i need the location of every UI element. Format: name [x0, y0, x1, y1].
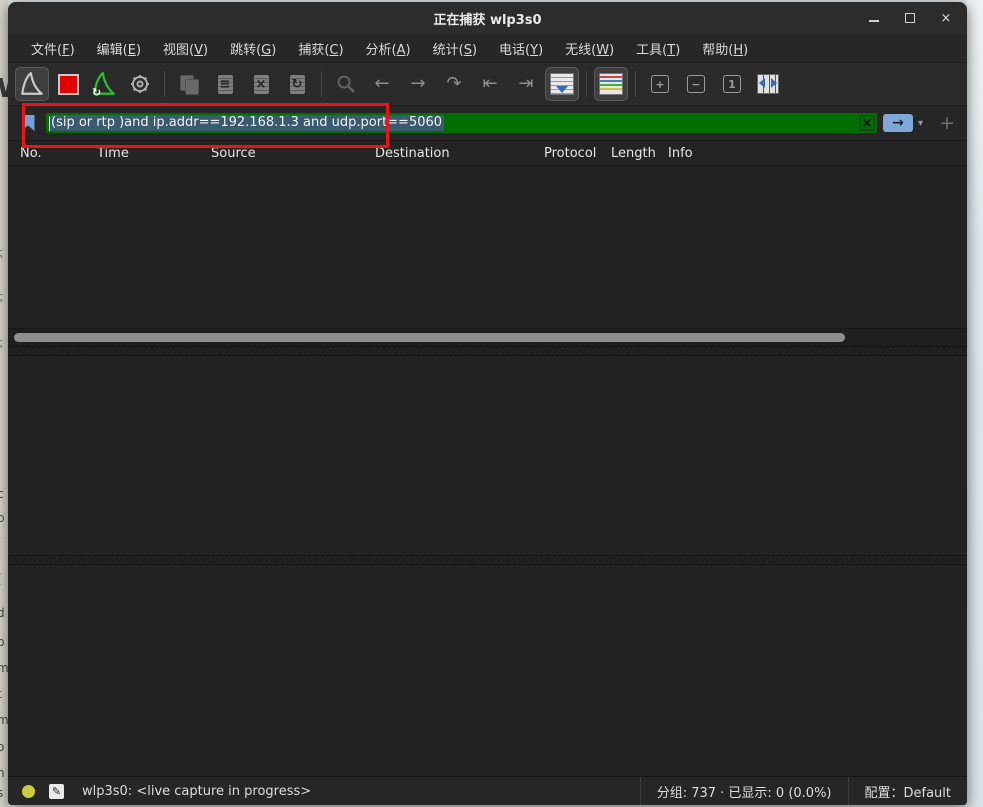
capture-options-gear-icon[interactable]: [123, 67, 157, 101]
colorize-icon[interactable]: [594, 67, 628, 101]
filter-bookmark-button[interactable]: [16, 112, 40, 134]
background-glyph: m: [0, 713, 8, 727]
title-bar[interactable]: 正在捕获 wlp3s0 ×: [8, 2, 967, 34]
menu-w[interactable]: 无线(W): [554, 36, 625, 61]
open-file-icon[interactable]: [172, 67, 206, 101]
background-glyph: n: [0, 766, 5, 780]
zoom-100-icon[interactable]: 1: [715, 67, 749, 101]
reload-file-icon[interactable]: ↻: [280, 67, 314, 101]
start-capture-icon[interactable]: [15, 67, 49, 101]
toolbar-separator: [164, 71, 165, 97]
column-header-no[interactable]: No.: [8, 146, 93, 161]
menu-a[interactable]: 分析(A): [355, 36, 422, 61]
packet-list-pane[interactable]: [8, 166, 967, 328]
menu-c[interactable]: 捕获(C): [287, 36, 354, 61]
menu-g[interactable]: 跳转(G): [219, 36, 287, 61]
scrollbar-thumb[interactable]: [14, 333, 845, 342]
column-header-protocol[interactable]: Protocol: [540, 146, 607, 161]
background-glyph: c: [0, 487, 4, 501]
filter-toolbar: (sip or rtp )and ip.addr==192.168.1.3 an…: [8, 106, 967, 141]
background-glyph: [: [0, 540, 2, 554]
window-title: 正在捕获 wlp3s0: [433, 9, 541, 28]
pane-splitter-bottom[interactable]: [8, 555, 967, 565]
horizontal-scrollbar[interactable]: [8, 328, 967, 346]
column-header-time[interactable]: Time: [93, 146, 207, 161]
background-glyph: d: [0, 606, 5, 620]
background-glyph: ς: [0, 336, 3, 349]
minimize-button[interactable]: [867, 11, 881, 25]
maximize-button[interactable]: [903, 11, 917, 25]
bookmark-icon: [22, 115, 35, 131]
background-glyph: o: [0, 740, 4, 754]
background-glyph: m: [0, 661, 8, 675]
window-controls: ×: [867, 2, 953, 34]
auto-scroll-icon[interactable]: [545, 67, 579, 101]
main-toolbar: ↻≡×↻←→↷⇤⇥+−1: [8, 62, 967, 106]
capture-comment-icon[interactable]: ✎: [49, 784, 64, 799]
last-packet-icon[interactable]: ⇥: [509, 67, 543, 101]
packet-counts-text: 分组: 737 · 已显示: 0 (0.0%): [640, 777, 849, 805]
profile-text[interactable]: 配置：Default: [849, 782, 958, 801]
pane-splitter-top[interactable]: [8, 346, 967, 356]
background-glyph: p: [0, 635, 5, 649]
filter-selected-text: (sip or rtp )and ip.addr==192.168.1.3 an…: [50, 115, 444, 131]
menu-v[interactable]: 视图(V): [152, 36, 219, 61]
column-header-length[interactable]: Length: [607, 146, 664, 161]
stop-capture-icon[interactable]: [51, 67, 85, 101]
filter-dropdown-icon[interactable]: ▾: [918, 118, 923, 129]
goto-packet-icon[interactable]: ↷: [437, 67, 471, 101]
background-glyph: ς: [0, 290, 3, 303]
column-header-destination[interactable]: Destination: [371, 146, 540, 161]
close-file-icon[interactable]: ×: [244, 67, 278, 101]
wireshark-window: 正在捕获 wlp3s0 × 文件(F)编辑(E)视图(V)跳转(G)捕获(C)分…: [8, 2, 967, 805]
desktop-background-left-strip: Wςςςcp[(dpmtmons: [0, 0, 8, 807]
save-file-icon[interactable]: ≡: [208, 67, 242, 101]
close-button[interactable]: ×: [939, 11, 953, 25]
packet-list-header: No.TimeSourceDestinationProtocolLengthIn…: [8, 141, 967, 166]
background-glyph: p: [0, 511, 5, 525]
background-glyph: t: [0, 687, 2, 701]
menu-s[interactable]: 统计(S): [422, 36, 488, 61]
background-glyph: ς: [0, 246, 3, 259]
toolbar-separator: [635, 71, 636, 97]
packet-details-pane[interactable]: [8, 356, 967, 555]
toolbar-separator: [321, 71, 322, 97]
zoom-out-icon[interactable]: −: [679, 67, 713, 101]
expert-info-icon[interactable]: [22, 785, 35, 798]
column-header-source[interactable]: Source: [207, 146, 371, 161]
display-filter-input[interactable]: (sip or rtp )and ip.addr==192.168.1.3 an…: [46, 113, 877, 133]
add-filter-button[interactable]: +: [939, 114, 955, 133]
menu-e[interactable]: 编辑(E): [86, 36, 152, 61]
apply-filter-button[interactable]: →: [883, 114, 913, 132]
zoom-in-icon[interactable]: +: [643, 67, 677, 101]
first-packet-icon[interactable]: ⇤: [473, 67, 507, 101]
desktop-background-right-strip: [967, 0, 983, 807]
restart-capture-icon[interactable]: ↻: [87, 67, 121, 101]
capture-status-text: wlp3s0: <live capture in progress>: [82, 784, 640, 799]
clear-filter-icon[interactable]: ×: [859, 115, 875, 131]
menu-f[interactable]: 文件(F): [20, 36, 86, 61]
background-glyph: s: [0, 786, 3, 800]
next-packet-icon[interactable]: →: [401, 67, 435, 101]
menu-bar: 文件(F)编辑(E)视图(V)跳转(G)捕获(C)分析(A)统计(S)电话(Y)…: [8, 34, 967, 62]
packet-bytes-pane[interactable]: [8, 565, 967, 776]
menu-t[interactable]: 工具(T): [625, 36, 691, 61]
status-bar: ✎ wlp3s0: <live capture in progress> 分组:…: [8, 776, 967, 805]
background-glyph: (: [0, 572, 2, 586]
previous-packet-icon[interactable]: ←: [365, 67, 399, 101]
background-glyph: W: [0, 74, 8, 104]
menu-y[interactable]: 电话(Y): [488, 36, 554, 61]
column-header-info[interactable]: Info: [664, 146, 967, 161]
menu-h[interactable]: 帮助(H): [691, 36, 759, 61]
toolbar-separator: [586, 71, 587, 97]
resize-columns-icon[interactable]: [751, 67, 785, 101]
find-packet-icon[interactable]: [329, 67, 363, 101]
